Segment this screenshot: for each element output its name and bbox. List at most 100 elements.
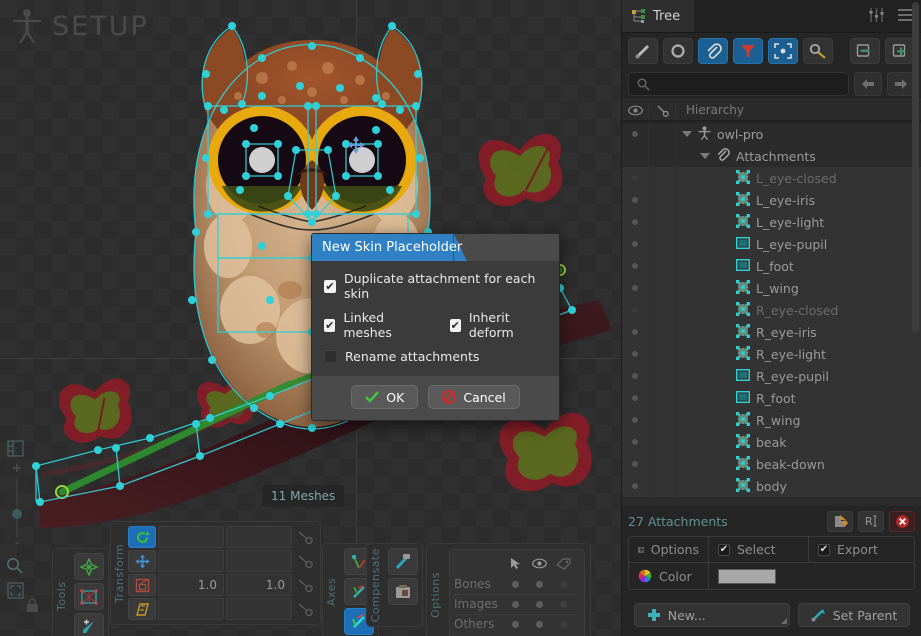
row-name-cell[interactable]: R_wing [676, 412, 801, 429]
tree-row-r-eye-iris[interactable]: R_eye-iris [622, 321, 921, 343]
row-key-cell[interactable] [648, 277, 676, 299]
tree-row-l-eye-closed[interactable]: L_eye-closed [622, 167, 921, 189]
paperclip-icon[interactable] [698, 38, 728, 64]
row-key-cell[interactable] [648, 211, 676, 233]
row-visibility-toggle[interactable] [622, 483, 648, 489]
tree-row-l-wing[interactable]: L_wing [622, 277, 921, 299]
cancel-button[interactable]: Cancel [428, 385, 519, 409]
rename-icon[interactable]: R [858, 511, 884, 532]
row-name-cell[interactable]: L_eye-light [676, 214, 824, 231]
row-name-cell[interactable]: R_eye-light [676, 346, 826, 363]
search-input[interactable] [628, 72, 849, 96]
zoom-slider[interactable]: + – [4, 462, 30, 548]
bones-tag-dot[interactable] [552, 574, 576, 594]
collapse-icon[interactable] [850, 38, 880, 64]
row-visibility-toggle[interactable] [622, 417, 648, 423]
create-tool-button[interactable] [74, 553, 104, 580]
others-visible-dot[interactable] [528, 614, 552, 634]
export-checkbox[interactable]: ✔ [818, 544, 830, 556]
row-name-cell[interactable]: R_eye-iris [676, 324, 817, 341]
row-key-cell[interactable] [648, 299, 676, 321]
inherit-deform-checkbox[interactable]: ✔ [450, 319, 461, 332]
row-key-cell[interactable] [648, 189, 676, 211]
tree-list[interactable]: owl-pro Attachments L_eye-closedL_eye-iris… [622, 123, 921, 506]
row-key-cell[interactable] [648, 387, 676, 409]
tree-row-beak-down[interactable]: beak-down [622, 453, 921, 475]
bone-compensate-icon[interactable] [388, 548, 418, 575]
row-name-cell[interactable]: L_eye-pupil [676, 237, 827, 252]
ruler-icon[interactable] [2, 436, 28, 460]
magnifier-key-icon[interactable] [803, 38, 833, 64]
row-visibility-toggle[interactable] [622, 131, 648, 137]
tree-row-beak[interactable]: beak [622, 431, 921, 453]
magnifier-icon[interactable] [2, 554, 28, 578]
row-name-cell[interactable]: R_eye-closed [676, 302, 838, 319]
scale-value-x[interactable]: 1.0 [158, 574, 224, 596]
row-visibility-toggle[interactable] [622, 263, 648, 269]
shear-value-2[interactable] [226, 598, 292, 620]
lock-icon[interactable] [26, 598, 39, 616]
new-button-dropdown-corner[interactable] [781, 618, 787, 624]
tree-row-r-eye-pupil[interactable]: R_eye-pupil [622, 365, 921, 387]
bone-icon[interactable] [628, 38, 658, 64]
eye-icon[interactable] [622, 105, 648, 116]
sliders-icon[interactable] [869, 8, 884, 25]
duplicate-icon[interactable] [827, 511, 853, 532]
tree-row-l-eye-iris[interactable]: L_eye-iris [622, 189, 921, 211]
others-tag-dot[interactable] [552, 614, 576, 634]
row-key-cell[interactable] [648, 255, 676, 277]
tree-row-attachments[interactable]: Attachments [622, 145, 921, 167]
row-key-cell[interactable] [648, 365, 676, 387]
move-value-2[interactable] [226, 550, 292, 572]
row-name-cell[interactable]: beak-down [676, 456, 825, 473]
row-name-cell[interactable]: R_eye-pupil [676, 369, 829, 384]
delete-icon[interactable] [889, 511, 915, 532]
tree-row-body[interactable]: body [622, 475, 921, 497]
row-key-cell[interactable] [648, 123, 676, 145]
color-cell[interactable]: Color [629, 563, 709, 589]
tree-row-r-eye-closed[interactable]: R_eye-closed [622, 299, 921, 321]
duplicate-attachment-checkbox[interactable]: ✔ [324, 280, 336, 293]
tree-row-l-eye-pupil[interactable]: L_eye-pupil [622, 233, 921, 255]
row-visibility-toggle[interactable] [622, 307, 648, 313]
funnel-icon[interactable] [733, 38, 763, 64]
row-visibility-toggle[interactable] [622, 395, 648, 401]
row-visibility-toggle[interactable] [622, 329, 648, 335]
row-visibility-toggle[interactable] [622, 285, 648, 291]
move-icon[interactable] [128, 550, 156, 572]
row-key-cell[interactable] [648, 343, 676, 365]
select-cell[interactable]: ✔ Select [709, 537, 809, 562]
row-key-cell[interactable] [648, 475, 676, 497]
scale-icon[interactable] [128, 574, 156, 596]
tree-row-l-eye-light[interactable]: L_eye-light [622, 211, 921, 233]
row-key-cell[interactable] [648, 167, 676, 189]
linked-meshes-checkbox[interactable]: ✔ [324, 319, 335, 332]
row-key-cell[interactable] [648, 233, 676, 255]
images-visible-dot[interactable] [528, 594, 552, 614]
add-vertex-tool-button[interactable] [74, 613, 104, 636]
shear-link-icon[interactable] [294, 598, 316, 620]
row-name-cell[interactable]: body [676, 478, 787, 495]
color-swatch-cell[interactable] [709, 563, 785, 589]
zoom-slider-knob[interactable] [12, 509, 22, 519]
fit-to-screen-icon[interactable] [2, 578, 28, 602]
row-visibility-toggle[interactable] [622, 351, 648, 357]
expand-icon[interactable] [885, 38, 915, 64]
color-swatch[interactable] [718, 569, 776, 584]
circle-icon[interactable] [663, 38, 693, 64]
shear-icon[interactable] [128, 598, 156, 620]
duplicate-attachment-row[interactable]: ✔ Duplicate attachment for each skin [324, 271, 547, 301]
tree-row-r-eye-light[interactable]: R_eye-light [622, 343, 921, 365]
others-select-dot[interactable] [504, 614, 528, 634]
row-visibility-toggle[interactable] [622, 219, 648, 225]
tab-tree[interactable]: Tree [622, 0, 694, 32]
row-key-cell[interactable] [648, 409, 676, 431]
options-cell[interactable]: Options [629, 537, 709, 562]
hamburger-icon[interactable] [898, 9, 913, 24]
row-name-cell[interactable]: R_foot [676, 391, 796, 406]
new-button[interactable]: New... [634, 603, 790, 627]
tree-row-owl-pro[interactable]: owl-pro [622, 123, 921, 145]
image-compensate-icon[interactable] [388, 578, 418, 605]
row-name-cell[interactable]: Attachments [676, 148, 816, 165]
select-checkbox[interactable]: ✔ [718, 544, 730, 556]
